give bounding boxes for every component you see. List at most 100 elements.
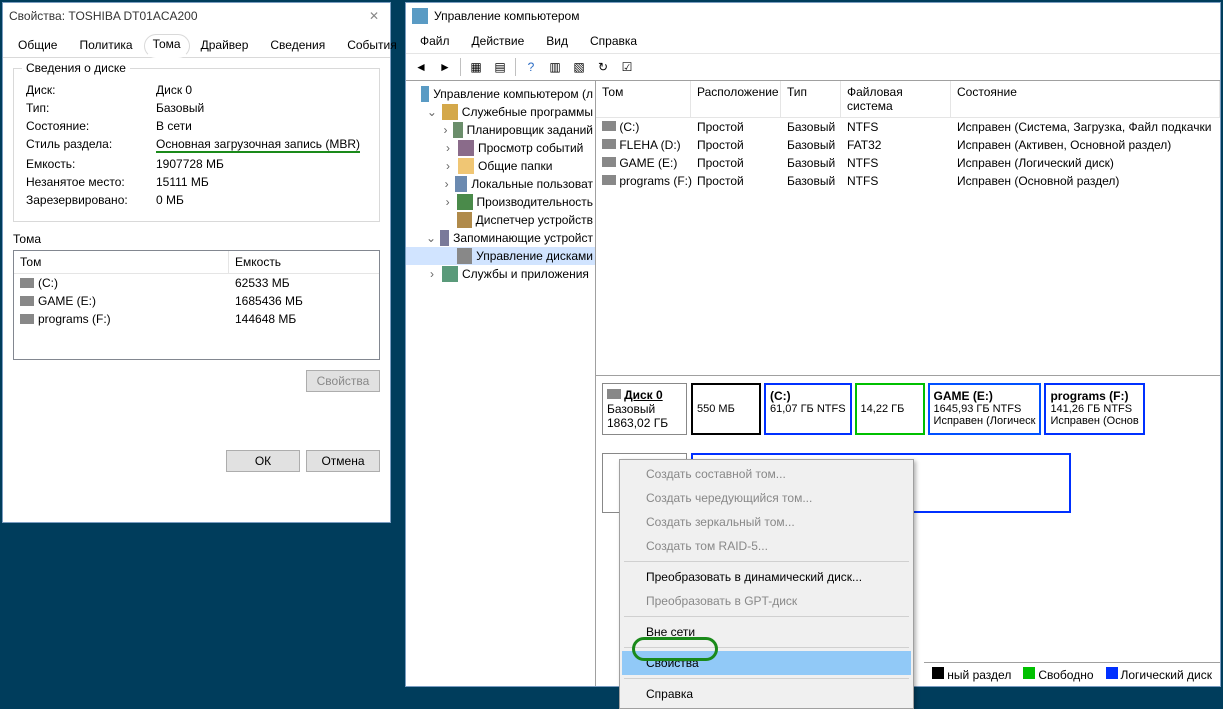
tree-icon [458,158,474,174]
toolbar: ◄ ► ▦ ▤ ? ▥ ▧ ↻ ☑ [406,54,1220,81]
menu-item[interactable]: Вне сети [622,620,911,644]
menu-item: Создать чередующийся том... [622,486,911,510]
h-type[interactable]: Тип [781,81,841,118]
partition[interactable]: programs (F:)141,26 ГБ NTFSИсправен (Осн… [1044,383,1144,435]
tab-policy[interactable]: Политика [68,33,143,57]
volume-row[interactable]: GAME (E:)ПростойБазовыйNTFSИсправен (Лог… [596,154,1220,172]
views-icon[interactable]: ▦ [465,56,487,78]
volume-icon [602,175,616,185]
nav-tree[interactable]: Управление компьютером (л⌄Служебные прог… [406,81,596,686]
vh-name[interactable]: Том [14,251,229,273]
list-icon[interactable]: ▤ [489,56,511,78]
tree-icon [442,266,458,282]
tree-node[interactable]: ⌄Служебные программы [406,103,595,121]
menu-file[interactable]: Файл [410,31,460,51]
tree-icon [457,212,472,228]
h-layout[interactable]: Расположение [691,81,781,118]
disk0-header[interactable]: Диск 0 Базовый 1863,02 ГБ [602,383,687,435]
tree-node[interactable]: ›Службы и приложения [406,265,595,283]
partition[interactable]: GAME (E:)1645,93 ГБ NTFSИсправен (Логиче… [928,383,1042,435]
menu-view[interactable]: Вид [536,31,578,51]
v-type: Базовый [156,101,204,115]
menu-item: Создать зеркальный том... [622,510,911,534]
tree-node[interactable]: ›Локальные пользоват [406,175,595,193]
vol-properties-button[interactable]: Свойства [306,370,380,392]
menubar: Файл Действие Вид Справка [406,29,1220,54]
menu-item[interactable]: Справка [622,682,911,706]
legend-item: Логический диск [1106,667,1213,682]
menu-item[interactable]: Свойства [622,651,911,675]
tree-node[interactable]: Управление дисками [406,247,595,265]
volume-icon [20,296,34,306]
tree-icon [421,86,430,102]
k-type: Тип: [26,101,156,115]
legend-item: Свободно [1023,667,1093,682]
tool-icon[interactable]: ▥ [544,56,566,78]
cancel-button[interactable]: Отмена [306,450,380,472]
menu-item: Преобразовать в GPT-диск [622,589,911,613]
volume-icon [602,139,616,149]
volume-row[interactable]: programs (F:)ПростойБазовыйNTFSИсправен … [596,172,1220,190]
k-pstyle: Стиль раздела: [26,137,156,153]
tree-node[interactable]: ›Планировщик заданий [406,121,595,139]
volume-list[interactable]: Том Расположение Тип Файловая система Со… [596,81,1220,376]
tree-node[interactable]: Управление компьютером (л [406,85,595,103]
tree-icon [457,248,472,264]
menu-action[interactable]: Действие [462,31,535,51]
h-fs[interactable]: Файловая система [841,81,951,118]
v-disk: Диск 0 [156,83,192,97]
partition[interactable]: 14,22 ГБ [855,383,925,435]
vh-size[interactable]: Емкость [229,251,379,273]
tree-node[interactable]: ›Просмотр событий [406,139,595,157]
tab-details[interactable]: Сведения [259,33,336,57]
tree-icon [453,122,462,138]
title-text: Свойства: TOSHIBA DT01ACA200 [9,9,364,23]
k-unalloc: Незанятое место: [26,175,156,189]
tree-node[interactable]: Диспетчер устройств [406,211,595,229]
menu-item[interactable]: Преобразовать в динамический диск... [622,565,911,589]
tab-driver[interactable]: Драйвер [190,33,260,57]
close-icon[interactable]: ✕ [364,9,384,23]
partition[interactable]: (C:)61,07 ГБ NTFS [764,383,852,435]
volume-icon [20,278,34,288]
v-res: 0 МБ [156,193,184,207]
vol-row[interactable]: programs (F:)144648 МБ [14,310,379,328]
titlebar: Управление компьютером [406,3,1220,29]
h-vol[interactable]: Том [596,81,691,118]
vol-row[interactable]: GAME (E:)1685436 МБ [14,292,379,310]
volume-row[interactable]: FLEHA (D:)ПростойБазовыйFAT32Исправен (А… [596,136,1220,154]
tool2-icon[interactable]: ▧ [568,56,590,78]
tab-volumes[interactable]: Тома [144,34,190,58]
v-cap: 1907728 МБ [156,157,224,171]
volumes-label: Тома [13,232,380,246]
ok-button[interactable]: ОК [226,450,300,472]
menu-item: Создать составной том... [622,462,911,486]
v-unalloc: 15111 МБ [156,175,209,189]
volumes-table[interactable]: Том Емкость (C:)62533 МБ GAME (E:)168543… [13,250,380,360]
disk-context-menu[interactable]: Создать составной том...Создать чередующ… [619,459,914,709]
app-icon [412,8,428,24]
tab-general[interactable]: Общие [7,33,68,57]
tree-node[interactable]: ›Производительность [406,193,595,211]
tree-node[interactable]: ⌄Запоминающие устройст [406,229,595,247]
vl-header: Том Расположение Тип Файловая система Со… [596,81,1220,118]
h-state[interactable]: Состояние [951,81,1220,118]
menu-help[interactable]: Справка [580,31,647,51]
k-disk: Диск: [26,83,156,97]
volume-row[interactable]: (C:)ПростойБазовыйNTFSИсправен (Система,… [596,118,1220,136]
tree-icon [455,176,467,192]
props-icon[interactable]: ☑ [616,56,638,78]
disk-properties-dialog: Свойства: TOSHIBA DT01ACA200 ✕ Общие Пол… [2,2,391,523]
disk-info-group: Сведения о диске Диск:Диск 0 Тип:Базовый… [13,68,380,222]
vol-row[interactable]: (C:)62533 МБ [14,274,379,292]
k-state: Состояние: [26,119,156,133]
group-label: Сведения о диске [22,61,130,75]
back-icon[interactable]: ◄ [410,56,432,78]
help-icon[interactable]: ? [520,56,542,78]
tab-events[interactable]: События [336,33,408,57]
partition[interactable]: 550 МБ [691,383,761,435]
tree-node[interactable]: ›Общие папки [406,157,595,175]
refresh-icon[interactable]: ↻ [592,56,614,78]
forward-icon[interactable]: ► [434,56,456,78]
k-cap: Емкость: [26,157,156,171]
